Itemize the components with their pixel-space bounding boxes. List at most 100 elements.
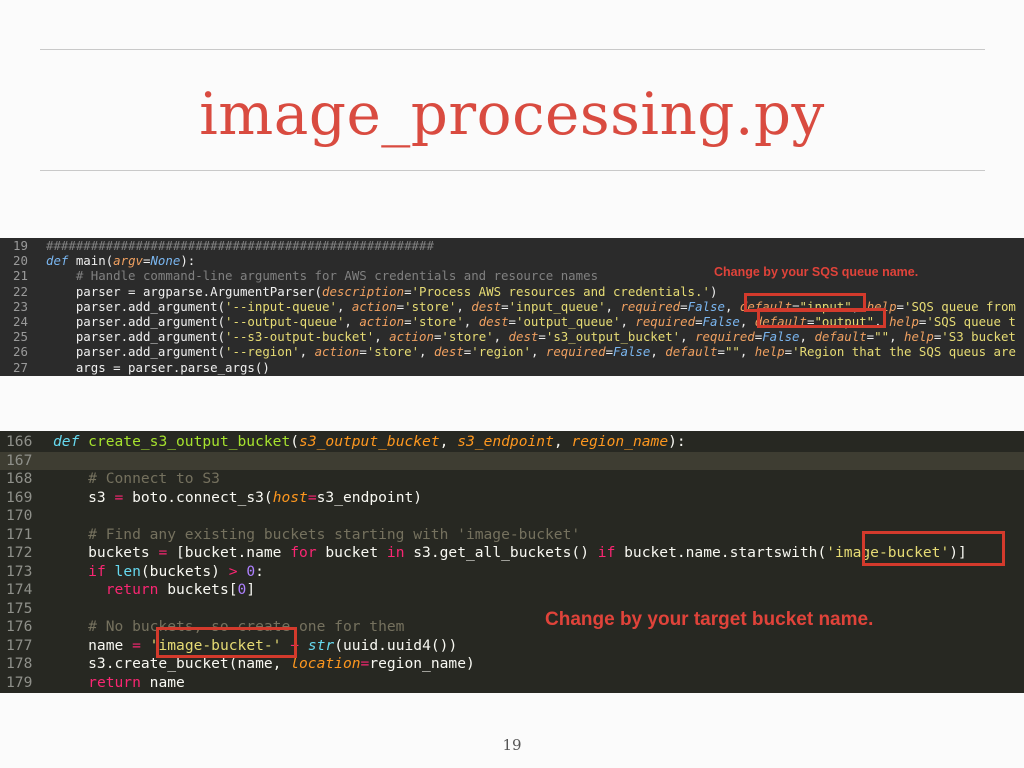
- code-token: =: [538, 329, 546, 345]
- code-token: =: [501, 298, 509, 314]
- line-number: 23: [13, 298, 28, 314]
- code-token: ,: [374, 329, 390, 345]
- code-token: =: [158, 544, 168, 561]
- line-number: 167: [6, 451, 33, 469]
- code-token: ):: [180, 253, 196, 269]
- highlight-box-image-bucket-startswith: [862, 531, 1005, 566]
- code-token: =: [784, 344, 793, 360]
- line-number: 25: [13, 329, 28, 345]
- code-token: ): [709, 283, 718, 299]
- code-token: 'Region that the SQS queus are: [792, 344, 1016, 360]
- code-token: 'SQS queue t: [926, 314, 1016, 330]
- code-token: ,: [739, 314, 755, 330]
- line-number: 168: [6, 470, 33, 487]
- code-token: default: [814, 329, 867, 345]
- code-token: def: [46, 253, 69, 269]
- code-token: boto.connect_s3(: [123, 488, 273, 506]
- code-token: ,: [463, 314, 479, 330]
- code-token: 'store': [441, 329, 494, 345]
- code-token: s3_endpoint: [457, 433, 554, 450]
- code-token: >: [228, 562, 238, 580]
- code-token: 'output_queue': [516, 314, 621, 330]
- line-number: 173: [6, 562, 33, 580]
- code-token: dest: [471, 298, 502, 314]
- code-token: 'store': [366, 344, 420, 360]
- code-token: return: [88, 673, 141, 691]
- code-token: s3_output_bucket: [299, 433, 440, 450]
- code-token: description: [322, 283, 405, 299]
- code-token: def: [53, 433, 80, 450]
- code-token: '--region': [225, 344, 300, 360]
- code-token: required: [695, 329, 755, 345]
- line-number: 26: [13, 344, 28, 360]
- code-token: 'SQS queue from: [904, 298, 1016, 314]
- bottom-rule: [40, 170, 985, 171]
- code-token: ,: [439, 433, 458, 450]
- code-line: 27 args = parser.parse_args(): [0, 360, 1024, 375]
- code-token: len: [114, 562, 141, 580]
- code-token: s3: [53, 488, 115, 506]
- code-token: action: [389, 329, 434, 345]
- code-token: help: [754, 344, 785, 360]
- line-number: 174: [6, 581, 33, 598]
- line-number: 24: [13, 314, 28, 330]
- code-token: region_name): [369, 655, 475, 672]
- code-token: '--input-queue': [225, 298, 337, 314]
- code-token: s3_endpoint): [316, 488, 423, 506]
- code-token: None: [150, 253, 181, 269]
- code-token: ,: [456, 298, 472, 314]
- code-token: =: [508, 314, 517, 330]
- line-number: 170: [6, 507, 33, 524]
- code-line: 179 return name: [0, 674, 1024, 693]
- code-line: 26 parser.add_argument('--region', actio…: [0, 344, 1024, 359]
- code-token: required: [635, 314, 696, 330]
- line-number: 177: [6, 636, 33, 654]
- code-token: '--output-queue': [225, 314, 345, 330]
- code-token: =: [717, 344, 725, 360]
- code-token: ,: [889, 329, 904, 345]
- code-token: bucket: [316, 544, 387, 561]
- code-token: [bucket.name: [167, 544, 291, 561]
- code-token: ,: [605, 298, 621, 314]
- code-token: return: [105, 581, 159, 598]
- code-line: 168 # Connect to S3: [0, 470, 1024, 489]
- code-token: (: [290, 433, 300, 450]
- code-token: =: [396, 298, 405, 314]
- code-token: name: [53, 636, 133, 654]
- line-number: 169: [6, 488, 33, 506]
- code-token: ,: [650, 344, 666, 360]
- code-token: ):: [668, 433, 686, 450]
- code-token: 'region': [471, 344, 531, 360]
- code-token: 0: [237, 581, 247, 598]
- line-number: 176: [6, 618, 33, 635]
- code-line: 166 def create_s3_output_bucket(s3_output…: [0, 433, 1024, 452]
- code-token: =: [605, 344, 614, 360]
- code-line: 178 s3.create_bucket(name, location=regi…: [0, 655, 1024, 674]
- code-line: 25 parser.add_argument('--s3-output-buck…: [0, 329, 1024, 344]
- slide-title: image_processing.py: [199, 80, 825, 148]
- code-token: ,: [419, 344, 434, 360]
- code-token: =: [404, 314, 412, 330]
- code-token: location: [290, 655, 361, 672]
- code-token: '--s3-output-bucket': [225, 329, 375, 345]
- code-token: 'S3 bucket: [941, 329, 1016, 345]
- code-token: "": [874, 329, 890, 345]
- code-token: default: [665, 344, 718, 360]
- code-line: 174 return buckets[0]: [0, 581, 1024, 600]
- line-number: 178: [6, 655, 33, 672]
- code-token: =: [132, 636, 141, 654]
- code-token: ,: [530, 344, 546, 360]
- code-token: required: [620, 298, 681, 314]
- code-token: if: [88, 562, 106, 580]
- code-token: =: [896, 298, 904, 314]
- code-snippet-argparse: 19 ######################################…: [0, 238, 1024, 376]
- code-token: args = parser.parse_args(): [46, 359, 270, 375]
- code-token: # Connect to S3: [53, 470, 220, 487]
- code-token: str: [307, 636, 335, 654]
- code-token: ,: [799, 329, 815, 345]
- line-number: 22: [13, 283, 28, 299]
